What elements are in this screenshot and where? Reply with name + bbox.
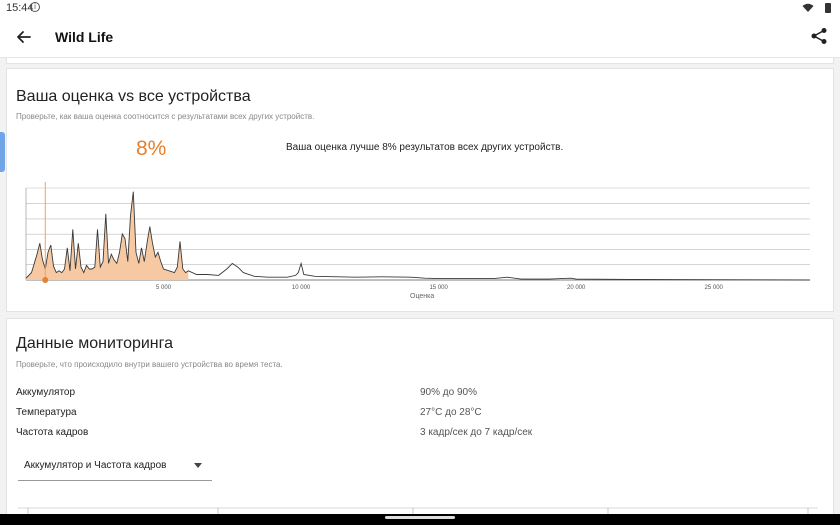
battery-value: 90% до 90% — [420, 387, 477, 398]
comparison-heading: Ваша оценка vs все устройства — [16, 88, 251, 105]
x-axis-label: Оценка — [410, 293, 434, 300]
x-axis-ticks: 5 000 10 000 15 000 20 000 25 000 — [156, 285, 724, 291]
score-statement: Ваша оценка лучше 8% результатов всех др… — [286, 142, 564, 153]
dropdown-selected-label: Аккумулятор и Частота кадров — [24, 460, 167, 471]
home-handle[interactable] — [385, 516, 455, 519]
score-percent: 8% — [136, 137, 167, 160]
app-bar: Wild Life — [0, 16, 840, 58]
comparison-subtitle: Проверьте, как ваша оценка соотносится с… — [16, 112, 315, 121]
monitoring-heading: Данные мониторинга — [16, 335, 174, 352]
x-tick-label: 25 000 — [705, 285, 724, 291]
info-icon: i — [30, 2, 40, 12]
arrow-left-icon[interactable] — [14, 27, 34, 47]
x-tick-label: 15 000 — [429, 285, 448, 291]
chevron-down-icon — [194, 463, 202, 468]
framerate-label: Частота кадров — [16, 427, 89, 438]
previous-card-edge — [6, 58, 834, 64]
navigation-bar — [0, 514, 840, 525]
side-tab-handle[interactable] — [0, 132, 5, 172]
monitoring-metric-dropdown[interactable]: Аккумулятор и Частота кадров — [18, 455, 212, 481]
page-title: Wild Life — [55, 29, 114, 45]
user-score-dot — [42, 277, 49, 283]
x-tick-label: 20 000 — [567, 285, 586, 291]
temperature-label: Температура — [16, 407, 77, 418]
temperature-value: 27°C до 28°C — [420, 407, 482, 418]
status-bar: 15:44 i — [0, 0, 840, 16]
monitoring-subtitle: Проверьте, что происходило внутри вашего… — [16, 360, 283, 369]
x-tick-label: 10 000 — [292, 285, 311, 291]
score-distribution-chart: 5 000 10 000 15 000 20 000 25 000 Оценка — [25, 182, 811, 300]
framerate-value: 3 кадр/сек до 7 кадр/сек — [420, 427, 533, 438]
wifi-icon — [802, 3, 814, 12]
battery-label: Аккумулятор — [16, 387, 76, 398]
x-tick-label: 5 000 — [156, 285, 172, 291]
battery-icon — [825, 3, 831, 13]
share-icon[interactable] — [810, 27, 828, 45]
